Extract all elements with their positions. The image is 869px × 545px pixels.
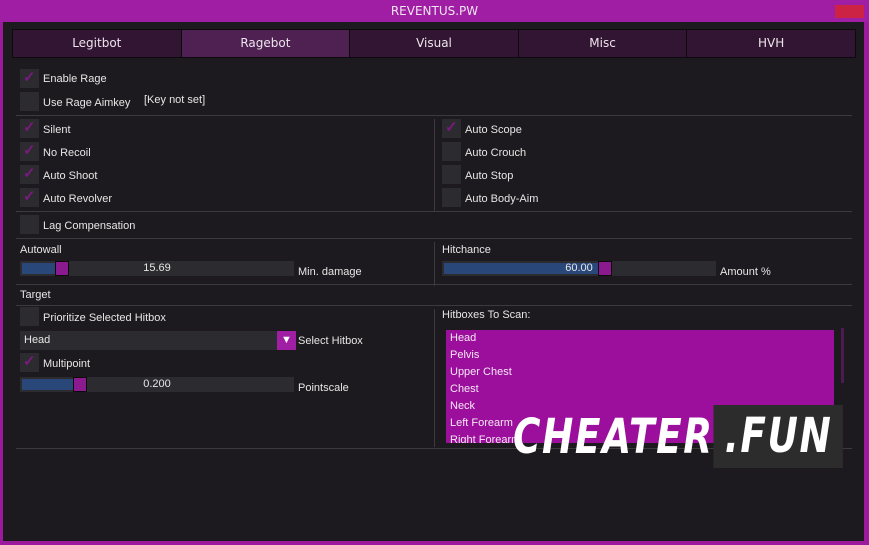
watermark-suffix: .FUN bbox=[713, 405, 844, 468]
tab-legitbot[interactable]: Legitbot bbox=[13, 30, 182, 57]
column-divider bbox=[434, 119, 435, 211]
use-rage-aimkey-checkbox[interactable] bbox=[20, 92, 39, 111]
slider-handle[interactable] bbox=[73, 377, 87, 392]
autowall-section-label: Autowall bbox=[20, 244, 62, 256]
auto-stop-checkbox[interactable] bbox=[442, 165, 461, 184]
divider bbox=[16, 305, 852, 306]
divider bbox=[16, 211, 852, 212]
aimkey-binder[interactable]: [Key not set] bbox=[144, 94, 205, 106]
lag-compensation-checkbox[interactable] bbox=[20, 215, 39, 234]
amount-percent-label: Amount % bbox=[720, 266, 771, 278]
use-rage-aimkey-label: Use Rage Aimkey bbox=[43, 97, 131, 109]
multipoint-checkbox[interactable]: ✓ bbox=[20, 353, 39, 372]
prioritize-hitbox-label: Prioritize Selected Hitbox bbox=[43, 312, 166, 324]
silent-label: Silent bbox=[43, 124, 71, 136]
auto-body-aim-checkbox[interactable] bbox=[442, 188, 461, 207]
column-divider bbox=[434, 242, 435, 286]
no-recoil-label: No Recoil bbox=[43, 147, 91, 159]
min-damage-slider[interactable]: 15.69 bbox=[20, 261, 294, 276]
auto-shoot-label: Auto Shoot bbox=[43, 170, 98, 182]
list-item[interactable]: Upper Chest bbox=[446, 364, 834, 381]
hitboxes-label: Hitboxes To Scan: bbox=[442, 309, 531, 321]
slider-handle[interactable] bbox=[598, 261, 612, 276]
tab-ragebot[interactable]: Ragebot bbox=[181, 30, 351, 57]
no-recoil-checkbox[interactable]: ✓ bbox=[20, 142, 39, 161]
auto-crouch-checkbox[interactable] bbox=[442, 142, 461, 161]
divider bbox=[16, 115, 852, 116]
check-icon: ✓ bbox=[23, 119, 36, 136]
auto-shoot-checkbox[interactable]: ✓ bbox=[20, 165, 39, 184]
enable-rage-label: Enable Rage bbox=[43, 73, 107, 85]
slider-value: 0.200 bbox=[143, 378, 171, 390]
watermark: CHEATER .FUN bbox=[513, 404, 844, 469]
check-icon: ✓ bbox=[445, 119, 458, 136]
check-icon: ✓ bbox=[23, 353, 36, 370]
hitchance-section-label: Hitchance bbox=[442, 244, 491, 256]
multipoint-label: Multipoint bbox=[43, 358, 91, 370]
tab-visual[interactable]: Visual bbox=[350, 30, 519, 57]
title-bar: REVENTUS.PW bbox=[0, 0, 869, 22]
enable-rage-checkbox[interactable]: ✓ bbox=[20, 69, 39, 88]
list-item[interactable]: Chest bbox=[446, 381, 834, 398]
silent-checkbox[interactable]: ✓ bbox=[20, 119, 39, 138]
slider-handle[interactable] bbox=[55, 261, 69, 276]
check-icon: ✓ bbox=[23, 165, 36, 182]
auto-crouch-label: Auto Crouch bbox=[465, 147, 527, 159]
hitchance-slider[interactable]: 60.00 bbox=[442, 261, 716, 276]
tab-misc[interactable]: Misc bbox=[518, 30, 688, 57]
pointscale-slider[interactable]: 0.200 bbox=[20, 377, 294, 392]
auto-stop-label: Auto Stop bbox=[465, 170, 514, 182]
column-divider bbox=[434, 309, 435, 447]
target-section-label: Target bbox=[20, 289, 51, 301]
auto-revolver-label: Auto Revolver bbox=[43, 193, 113, 205]
min-damage-label: Min. damage bbox=[298, 266, 362, 278]
select-hitbox-label: Select Hitbox bbox=[298, 335, 363, 347]
list-item[interactable]: Head bbox=[446, 330, 834, 347]
check-icon: ✓ bbox=[23, 69, 36, 86]
slider-value: 60.00 bbox=[565, 262, 593, 274]
divider bbox=[16, 238, 852, 239]
check-icon: ✓ bbox=[23, 188, 36, 205]
dropdown-value: Head bbox=[24, 334, 51, 346]
tab-bar: Legitbot Ragebot Visual Misc HVH bbox=[12, 29, 856, 58]
dropdown-arrow-icon[interactable]: ▼ bbox=[277, 331, 296, 350]
lag-compensation-label: Lag Compensation bbox=[43, 220, 136, 232]
list-item[interactable]: Pelvis bbox=[446, 347, 834, 364]
tab-hvh[interactable]: HVH bbox=[687, 30, 855, 57]
auto-revolver-checkbox[interactable]: ✓ bbox=[20, 188, 39, 207]
window-title: REVENTUS.PW bbox=[390, 4, 479, 18]
auto-scope-checkbox[interactable]: ✓ bbox=[442, 119, 461, 138]
pointscale-label: Pointscale bbox=[298, 382, 349, 394]
select-hitbox-dropdown[interactable]: Head ▼ bbox=[20, 331, 296, 350]
close-button[interactable] bbox=[835, 5, 864, 18]
check-icon: ✓ bbox=[23, 142, 36, 159]
auto-body-aim-label: Auto Body-Aim bbox=[465, 193, 539, 205]
divider bbox=[16, 284, 852, 285]
watermark-main: CHEATER bbox=[513, 408, 714, 465]
prioritize-hitbox-checkbox[interactable] bbox=[20, 307, 39, 326]
auto-scope-label: Auto Scope bbox=[465, 124, 522, 136]
hitboxes-scrollbar[interactable] bbox=[841, 328, 844, 383]
